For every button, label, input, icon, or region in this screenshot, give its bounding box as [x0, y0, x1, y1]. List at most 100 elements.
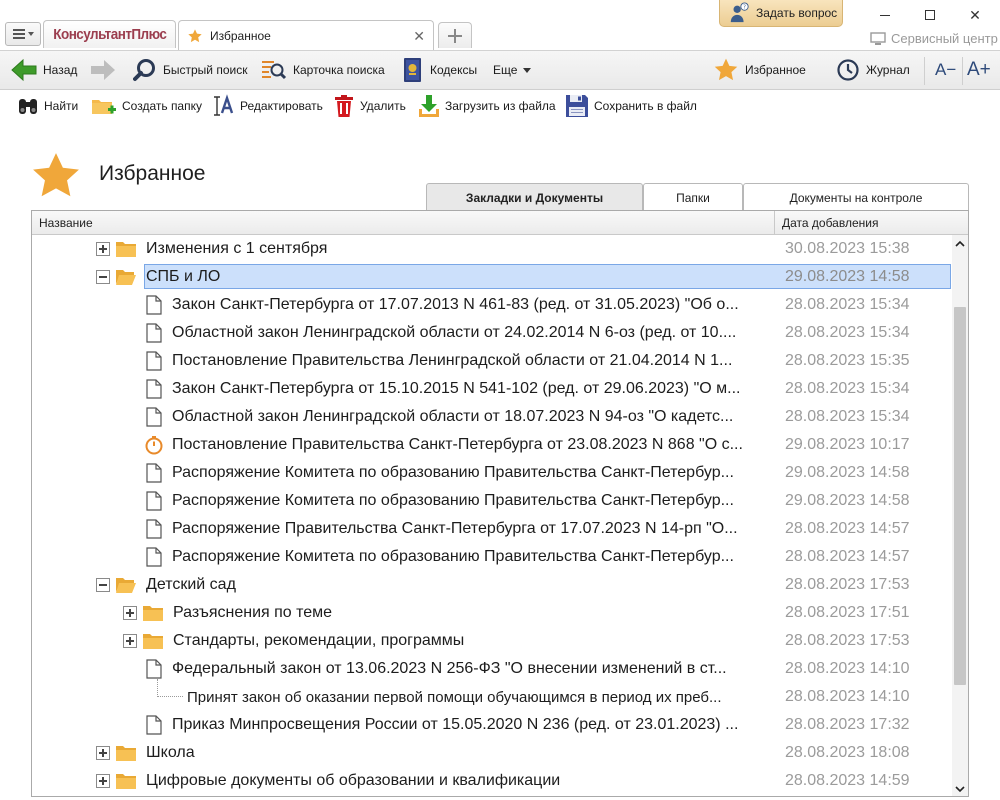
row-date: 29.08.2023 14:58 — [785, 464, 910, 481]
close-icon[interactable]: ✕ — [413, 28, 425, 45]
tab-bookmarks-documents[interactable]: Закладки и Документы — [426, 183, 643, 212]
ask-question-button[interactable]: ? Задать вопрос — [719, 0, 843, 27]
star-icon — [33, 153, 79, 197]
collapse-icon[interactable] — [96, 270, 110, 284]
star-icon — [714, 58, 738, 81]
favorites-button[interactable]: Избранное — [713, 51, 806, 89]
table-row[interactable]: СПБ и ЛО 29.08.2023 14:58 — [32, 263, 952, 291]
expand-icon[interactable] — [123, 606, 137, 620]
history-clock-icon — [837, 59, 859, 81]
document-icon — [146, 519, 166, 539]
journal-label: Журнал — [866, 63, 910, 77]
save-to-file-button[interactable]: Сохранить в файл — [565, 92, 697, 120]
text-cursor-icon — [214, 94, 234, 116]
table-row[interactable]: Областной закон Ленинградской области от… — [32, 403, 952, 431]
row-date: 28.08.2023 14:57 — [785, 520, 910, 537]
plus-icon — [448, 28, 462, 43]
load-from-file-button[interactable]: Загрузить из файла — [418, 92, 556, 120]
back-label: Назад — [43, 63, 78, 77]
row-date: 28.08.2023 15:35 — [785, 352, 910, 369]
expand-icon[interactable] — [123, 634, 137, 648]
table-row[interactable]: Областной закон Ленинградской области от… — [32, 319, 952, 347]
table-row[interactable]: Стандарты, рекомендации, программы 28.08.… — [32, 627, 952, 655]
table-row[interactable]: Школа 28.08.2023 18:08 — [32, 739, 952, 767]
row-title: Постановление Правительства Ленинградско… — [172, 352, 733, 369]
search-card-button[interactable]: Карточка поиска — [261, 51, 385, 89]
service-center-link[interactable]: Сервисный центр — [870, 31, 998, 46]
table-row[interactable]: Распоряжение Комитета по образованию Пра… — [32, 543, 952, 571]
font-larger-button[interactable]: A+ — [967, 51, 991, 89]
edit-button[interactable]: Редактировать — [211, 92, 323, 120]
row-title: Приказ Минпросвещения России от 15.05.20… — [172, 716, 739, 733]
floppy-disk-icon — [566, 95, 588, 117]
tab-label: Избранное — [210, 28, 271, 43]
column-header-name[interactable]: Название — [32, 211, 774, 235]
delete-label: Удалить — [360, 99, 406, 113]
chevron-down-icon — [27, 32, 34, 36]
forward-button[interactable] — [90, 51, 116, 89]
row-date: 28.08.2023 18:08 — [785, 744, 910, 761]
star-icon — [188, 28, 202, 42]
row-title: Закон Санкт-Петербурга от 17.07.2013 N 4… — [172, 296, 739, 313]
quick-search-button[interactable]: Быстрый поиск — [133, 51, 247, 89]
tab-favorites[interactable]: Избранное ✕ — [178, 20, 434, 50]
favorites-table: Название Дата добавления Изменения с 1 с… — [31, 210, 969, 797]
tab-controlled-documents[interactable]: Документы на контроле — [743, 183, 969, 211]
new-tab-button[interactable] — [438, 22, 472, 48]
table-row[interactable]: Разъяснения по теме 28.08.2023 17:51 — [32, 599, 952, 627]
minimize-button[interactable] — [862, 4, 908, 26]
row-title: Принят закон об оказании первой помощи о… — [187, 689, 722, 706]
table-row[interactable]: Принят закон об оказании первой помощи о… — [32, 679, 952, 711]
arrow-right-icon — [91, 60, 115, 80]
code-book-icon — [404, 58, 421, 82]
folder-icon — [142, 603, 163, 623]
main-menu-button[interactable] — [5, 22, 41, 46]
maximize-icon — [925, 10, 935, 20]
journal-button[interactable]: Журнал — [836, 51, 910, 89]
expand-icon[interactable] — [96, 242, 110, 256]
expand-icon[interactable] — [96, 746, 110, 760]
table-row[interactable]: Распоряжение Правительства Санкт-Петербу… — [32, 515, 952, 543]
expand-icon[interactable] — [96, 774, 110, 788]
scroll-down-icon[interactable] — [952, 781, 968, 796]
column-header-date[interactable]: Дата добавления — [774, 211, 968, 235]
back-button[interactable]: Назад — [11, 51, 77, 89]
chevron-down-icon — [523, 67, 532, 73]
toolbar-divider — [924, 57, 925, 85]
table-row[interactable]: Приказ Минпросвещения России от 15.05.20… — [32, 711, 952, 739]
row-title: Областной закон Ленинградской области от… — [172, 408, 734, 425]
table-row[interactable]: Цифровые документы об образовании и квал… — [32, 767, 952, 795]
table-row[interactable]: Постановление Правительства Санкт-Петерб… — [32, 431, 952, 459]
tab-folders[interactable]: Папки — [643, 183, 743, 211]
vertical-scrollbar[interactable] — [952, 235, 968, 796]
home-tab[interactable]: КонсультантПлюс — [43, 20, 176, 48]
font-smaller-button[interactable]: A− — [935, 51, 956, 89]
row-date: 30.08.2023 15:38 — [785, 240, 910, 257]
codes-button[interactable]: Кодексы — [402, 51, 477, 89]
collapse-icon[interactable] — [96, 578, 110, 592]
table-row[interactable]: Закон Санкт-Петербурга от 17.07.2013 N 4… — [32, 291, 952, 319]
minimize-icon — [880, 14, 890, 16]
create-folder-label: Создать папку — [122, 99, 202, 113]
table-row[interactable]: Распоряжение Комитета по образованию Пра… — [32, 459, 952, 487]
folder-icon — [115, 771, 136, 791]
table-row[interactable]: Закон Санкт-Петербурга от 15.10.2015 N 5… — [32, 375, 952, 403]
table-row[interactable]: Детский сад 28.08.2023 17:53 — [32, 571, 952, 599]
close-window-button[interactable]: ✕ — [952, 4, 998, 26]
document-icon — [146, 351, 166, 371]
find-button[interactable]: Найти — [17, 92, 78, 120]
row-date: 29.08.2023 10:17 — [785, 436, 910, 453]
create-folder-button[interactable]: Создать папку — [91, 92, 202, 120]
delete-button[interactable]: Удалить — [333, 92, 406, 120]
table-row[interactable]: Постановление Правительства Ленинградско… — [32, 347, 952, 375]
row-date: 28.08.2023 17:53 — [785, 576, 910, 593]
arrow-left-icon — [11, 58, 37, 82]
table-row[interactable]: Изменения с 1 сентября 30.08.2023 15:38 — [32, 235, 952, 263]
table-row[interactable]: Распоряжение Комитета по образованию Пра… — [32, 487, 952, 515]
maximize-button[interactable] — [907, 4, 953, 26]
more-menu-button[interactable]: Еще — [493, 51, 532, 89]
row-date: 28.08.2023 15:34 — [785, 380, 910, 397]
scroll-up-icon[interactable] — [952, 235, 968, 251]
scrollbar-thumb[interactable] — [954, 307, 966, 685]
document-icon — [146, 407, 166, 427]
